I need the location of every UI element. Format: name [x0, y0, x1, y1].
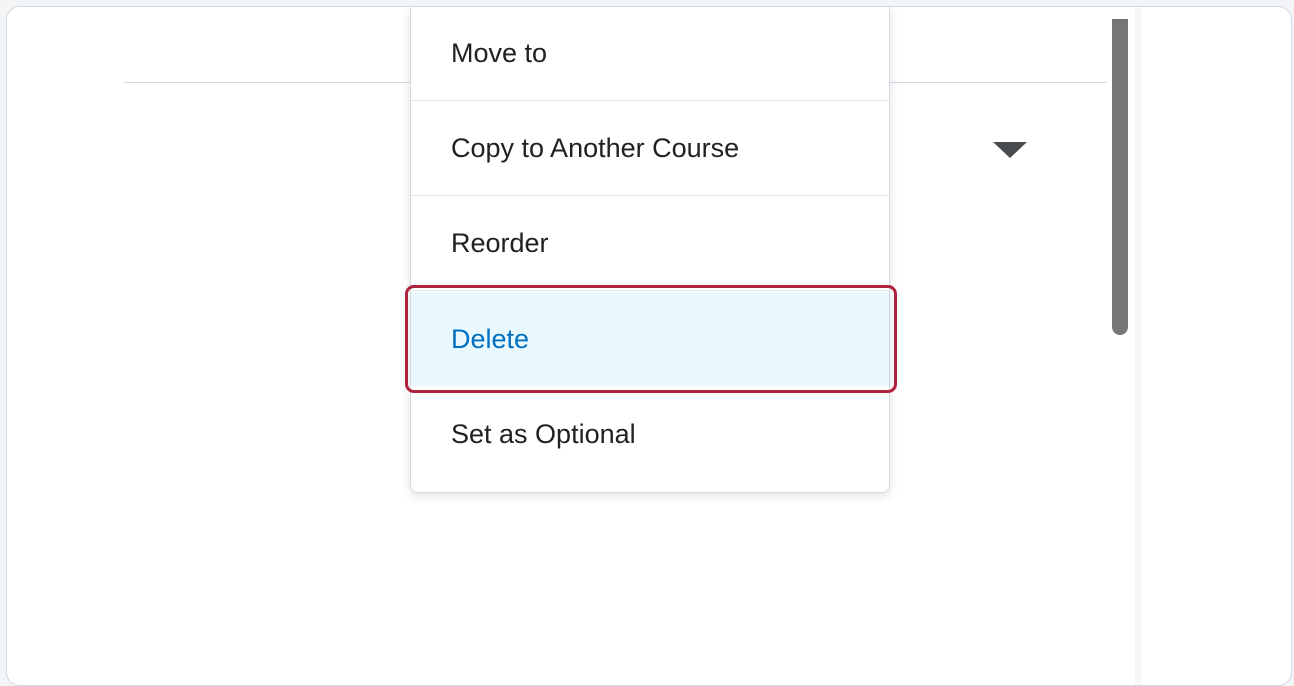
menu-item-reorder[interactable]: Reorder [411, 197, 889, 291]
page-frame: Move to Copy to Another Course Reorder D… [6, 6, 1292, 686]
context-menu: Move to Copy to Another Course Reorder D… [410, 7, 890, 493]
menu-item-move-to[interactable]: Move to [411, 7, 889, 101]
menu-item-label: Set as Optional [451, 418, 636, 449]
menu-item-copy-to-another-course[interactable]: Copy to Another Course [411, 102, 889, 196]
caret-down-icon[interactable] [993, 142, 1027, 158]
scrollbar-thumb[interactable] [1112, 19, 1128, 335]
menu-item-label: Copy to Another Course [451, 133, 740, 163]
menu-item-set-as-optional[interactable]: Set as Optional [411, 387, 889, 481]
right-panel-edge [1135, 7, 1141, 685]
menu-item-label: Move to [451, 38, 548, 68]
menu-item-delete[interactable]: Delete [411, 292, 889, 386]
menu-item-label: Reorder [451, 228, 549, 258]
menu-item-label: Delete [451, 323, 530, 354]
